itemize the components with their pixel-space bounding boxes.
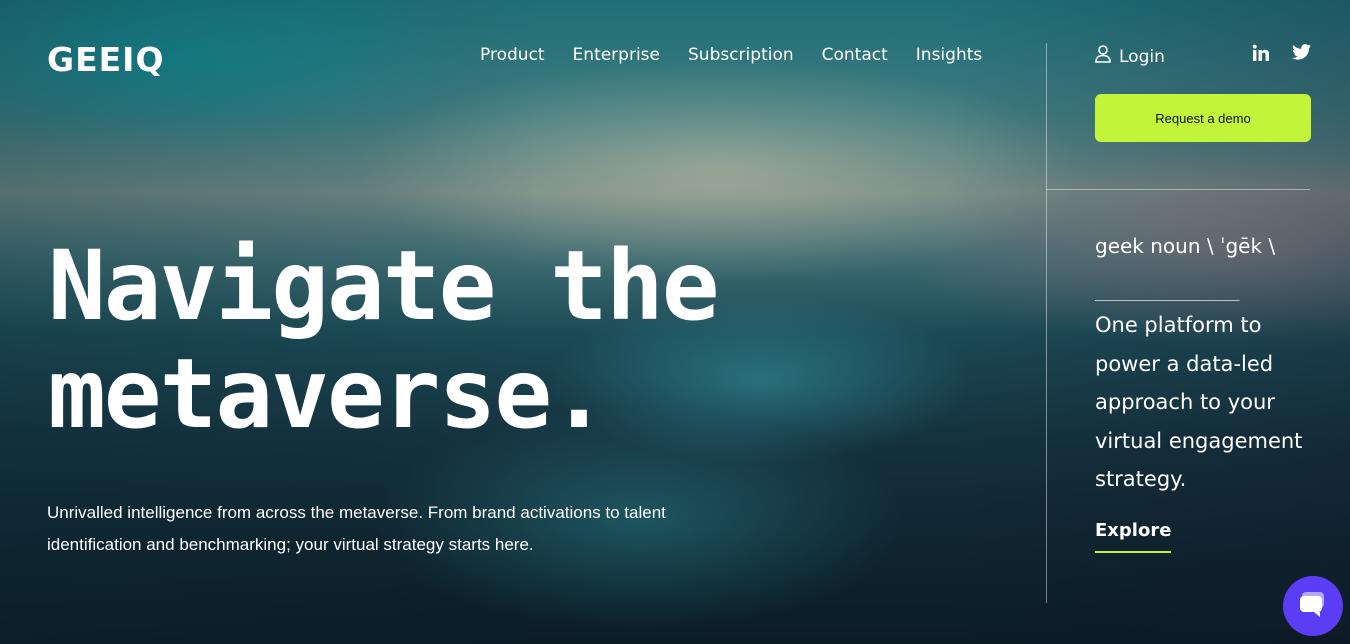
dashed-divider: _______________: [1095, 282, 1240, 301]
request-demo-button[interactable]: Request a demo: [1095, 94, 1311, 142]
hero-title: Navigate the metaverse.: [48, 230, 720, 450]
nav-item-contact[interactable]: Contact: [822, 45, 888, 65]
login-label: Login: [1119, 46, 1165, 67]
nav-item-insights[interactable]: Insights: [916, 45, 982, 65]
main-nav: Product Enterprise Subscription Contact …: [480, 45, 982, 65]
user-icon: [1095, 45, 1111, 68]
chat-widget-button[interactable]: [1283, 576, 1343, 636]
chat-bubble-icon: [1298, 590, 1328, 622]
side-description: One platform to power a data-led approac…: [1095, 313, 1303, 491]
hero-subtitle: Unrivalled intelligence from across the …: [47, 503, 666, 554]
twitter-icon[interactable]: [1292, 44, 1311, 62]
definition-text: geek noun \ ˈgēk \: [1095, 234, 1276, 258]
login-link[interactable]: Login: [1095, 45, 1165, 68]
nav-item-enterprise[interactable]: Enterprise: [573, 45, 660, 65]
nav-item-subscription[interactable]: Subscription: [688, 45, 794, 65]
nav-item-product[interactable]: Product: [480, 45, 545, 65]
hero-title-line-2: metaverse.: [48, 338, 608, 450]
social-links: [1252, 44, 1311, 62]
linkedin-icon[interactable]: [1252, 44, 1270, 62]
explore-link[interactable]: Explore: [1095, 520, 1172, 553]
divider-vertical: [1046, 43, 1047, 603]
hero-title-line-1: Navigate the: [48, 230, 720, 342]
logo[interactable]: GEEIQ: [47, 40, 165, 79]
divider-horizontal: [1046, 189, 1310, 190]
